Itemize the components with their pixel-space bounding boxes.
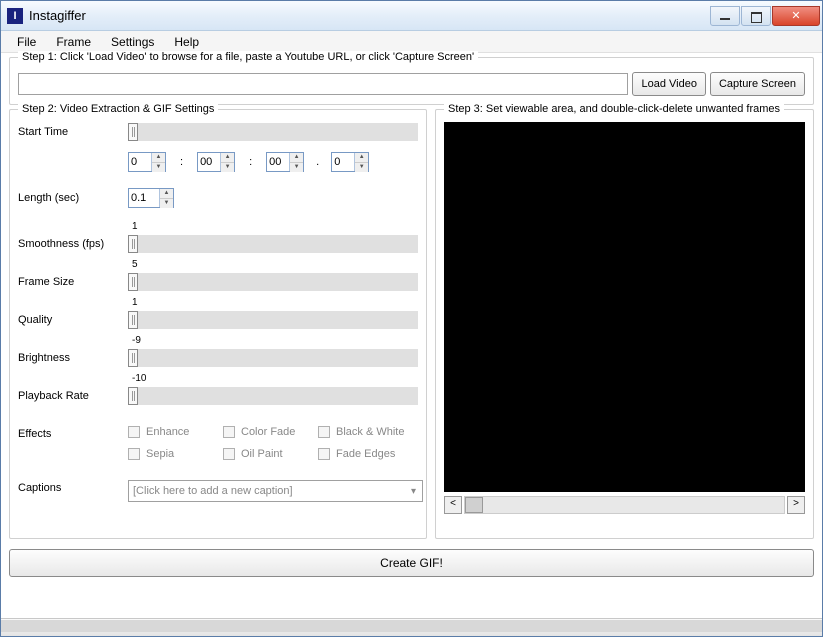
statusbar: [1, 618, 822, 636]
slider-thumb[interactable]: [128, 273, 138, 291]
menubar: File Frame Settings Help: [1, 31, 822, 53]
slider-thumb[interactable]: [128, 123, 138, 141]
slider-thumb[interactable]: [128, 311, 138, 329]
app-window: I Instagiffer File Frame Settings Help S…: [0, 0, 823, 637]
start-ms-spinner[interactable]: ▲▼: [331, 152, 369, 172]
chevron-up-icon[interactable]: ▲: [152, 153, 165, 163]
smoothness-slider[interactable]: [128, 235, 418, 253]
captions-placeholder: [Click here to add a new caption]: [133, 485, 293, 497]
maximize-button[interactable]: [741, 6, 771, 26]
scrollbar-thumb[interactable]: [465, 497, 483, 513]
scroll-right-button[interactable]: >: [787, 496, 805, 514]
window-title: Instagiffer: [29, 8, 709, 23]
playback-slider[interactable]: [128, 387, 418, 405]
effect-oil-paint-checkbox[interactable]: Oil Paint: [223, 448, 318, 460]
close-button[interactable]: [772, 6, 820, 26]
frame-scrollbar[interactable]: [464, 496, 785, 514]
video-url-input[interactable]: [18, 73, 628, 95]
effects-label: Effects: [18, 428, 128, 440]
quality-value: 1: [132, 297, 138, 308]
quality-slider[interactable]: [128, 311, 418, 329]
playback-value: -10: [132, 373, 146, 384]
create-gif-button[interactable]: Create GIF!: [9, 549, 814, 577]
menu-file[interactable]: File: [7, 33, 46, 51]
step3-legend: Step 3: Set viewable area, and double-cl…: [444, 103, 784, 115]
start-hours-spinner[interactable]: ▲▼: [128, 152, 166, 172]
chevron-down-icon[interactable]: ▼: [160, 199, 173, 208]
frame-size-label: Frame Size: [18, 276, 128, 288]
frame-size-value: 5: [132, 259, 138, 270]
brightness-slider[interactable]: [128, 349, 418, 367]
smoothness-value: 1: [132, 221, 138, 232]
slider-thumb[interactable]: [128, 235, 138, 253]
length-label: Length (sec): [18, 192, 128, 204]
chevron-down-icon[interactable]: ▼: [152, 163, 165, 172]
brightness-label: Brightness: [18, 352, 128, 364]
chevron-up-icon[interactable]: ▲: [160, 189, 173, 199]
chevron-down-icon[interactable]: ▼: [355, 163, 368, 172]
captions-dropdown[interactable]: [Click here to add a new caption]: [128, 480, 423, 502]
start-time-label: Start Time: [18, 126, 128, 138]
effect-fade-edges-checkbox[interactable]: Fade Edges: [318, 448, 413, 460]
time-separator: :: [180, 156, 183, 168]
menu-help[interactable]: Help: [164, 33, 209, 51]
smoothness-label: Smoothness (fps): [18, 238, 128, 250]
checkbox-icon: [318, 448, 330, 460]
chevron-down-icon[interactable]: ▼: [221, 163, 234, 172]
start-minutes-input[interactable]: [198, 153, 220, 171]
captions-label: Captions: [18, 482, 128, 494]
start-ms-input[interactable]: [332, 153, 354, 171]
slider-thumb[interactable]: [128, 349, 138, 367]
step2-group: Step 2: Video Extraction & GIF Settings …: [9, 109, 427, 539]
menu-frame[interactable]: Frame: [46, 33, 101, 51]
load-video-button[interactable]: Load Video: [632, 72, 705, 96]
frame-preview-area[interactable]: [444, 122, 805, 492]
minimize-button[interactable]: [710, 6, 740, 26]
time-separator: :: [249, 156, 252, 168]
step3-group: Step 3: Set viewable area, and double-cl…: [435, 109, 814, 539]
chevron-up-icon[interactable]: ▲: [355, 153, 368, 163]
slider-thumb[interactable]: [128, 387, 138, 405]
checkbox-icon: [128, 448, 140, 460]
step1-group: Step 1: Click 'Load Video' to browse for…: [9, 57, 814, 105]
start-time-slider[interactable]: [128, 123, 418, 141]
menu-settings[interactable]: Settings: [101, 33, 164, 51]
playback-label: Playback Rate: [18, 390, 128, 402]
start-seconds-spinner[interactable]: ▲▼: [266, 152, 304, 172]
length-input[interactable]: [129, 189, 159, 207]
content-area: Step 1: Click 'Load Video' to browse for…: [1, 53, 822, 585]
time-dot: .: [316, 156, 319, 168]
start-minutes-spinner[interactable]: ▲▼: [197, 152, 235, 172]
chevron-down-icon[interactable]: ▼: [290, 163, 303, 172]
app-icon: I: [7, 8, 23, 24]
start-seconds-input[interactable]: [267, 153, 289, 171]
step1-legend: Step 1: Click 'Load Video' to browse for…: [18, 51, 478, 63]
chevron-up-icon[interactable]: ▲: [221, 153, 234, 163]
scroll-left-button[interactable]: <: [444, 496, 462, 514]
brightness-value: -9: [132, 335, 141, 346]
quality-label: Quality: [18, 314, 128, 326]
start-hours-input[interactable]: [129, 153, 151, 171]
capture-screen-button[interactable]: Capture Screen: [710, 72, 805, 96]
length-spinner[interactable]: ▲▼: [128, 188, 174, 208]
checkbox-icon: [223, 448, 235, 460]
frame-size-slider[interactable]: [128, 273, 418, 291]
step2-legend: Step 2: Video Extraction & GIF Settings: [18, 103, 218, 115]
chevron-up-icon[interactable]: ▲: [290, 153, 303, 163]
effect-sepia-checkbox[interactable]: Sepia: [128, 448, 223, 460]
titlebar: I Instagiffer: [1, 1, 822, 31]
